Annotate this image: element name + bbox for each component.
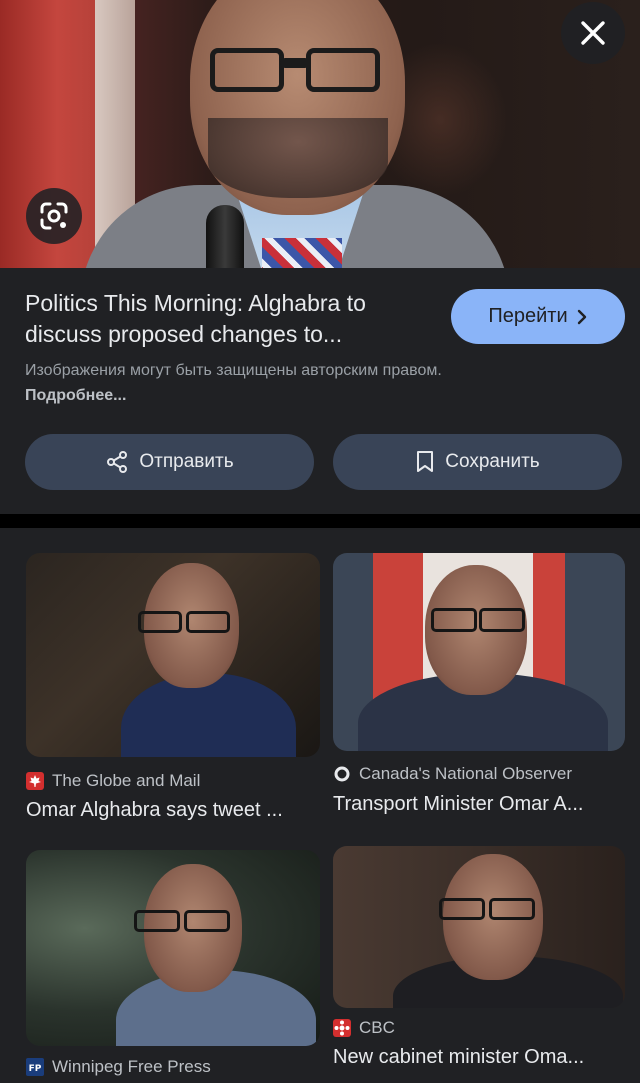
person-tie xyxy=(262,238,342,268)
fp-icon: FP xyxy=(26,1058,44,1076)
related-card-3[interactable]: FP Winnipeg Free Press xyxy=(26,850,320,1083)
related-thumbnail[interactable] xyxy=(26,850,320,1046)
hero-image[interactable] xyxy=(0,0,640,268)
related-source: FP Winnipeg Free Press xyxy=(26,1057,211,1077)
svg-text:FP: FP xyxy=(29,1064,42,1074)
related-caption[interactable]: New cabinet minister Oma... xyxy=(333,1046,625,1069)
related-source: CBC xyxy=(333,1018,395,1038)
related-source-name: Winnipeg Free Press xyxy=(52,1057,211,1076)
result-info-panel: Politics This Morning: Alghabra to discu… xyxy=(0,268,640,514)
bookmark-icon xyxy=(417,451,434,472)
close-icon xyxy=(581,21,605,45)
chevron-right-icon xyxy=(577,309,586,324)
save-button-label: Сохранить xyxy=(445,451,540,472)
copyright-notice: Изображения могут быть защищены авторски… xyxy=(25,358,485,408)
cbc-gem-icon xyxy=(333,1019,351,1037)
close-button[interactable] xyxy=(561,2,625,64)
related-caption[interactable]: Transport Minister Omar A... xyxy=(333,793,625,816)
person-beard xyxy=(208,118,388,198)
copyright-text: Изображения могут быть защищены авторски… xyxy=(25,362,442,379)
related-source: Canada's National Observer xyxy=(333,764,572,784)
related-source-name: CBC xyxy=(359,1018,395,1037)
related-caption[interactable]: Omar Alghabra says tweet ... xyxy=(26,799,320,822)
google-lens-button[interactable] xyxy=(26,188,82,244)
section-divider xyxy=(0,514,640,528)
share-button[interactable]: Отправить xyxy=(25,434,314,490)
related-source: The Globe and Mail xyxy=(26,771,200,791)
related-source-name: Canada's National Observer xyxy=(359,764,573,783)
learn-more-link[interactable]: Подробнее... xyxy=(25,387,126,404)
google-lens-icon xyxy=(40,202,68,230)
microphone xyxy=(206,205,244,268)
ring-icon xyxy=(333,765,351,783)
related-thumbnail[interactable] xyxy=(333,553,625,751)
related-thumbnail[interactable] xyxy=(333,846,625,1008)
related-source-name: The Globe and Mail xyxy=(52,771,201,790)
share-icon xyxy=(107,451,128,473)
related-card-1[interactable]: The Globe and Mail Omar Alghabra says tw… xyxy=(26,553,320,833)
share-button-label: Отправить xyxy=(139,451,234,472)
visit-button[interactable]: Перейти xyxy=(451,289,625,344)
person-glasses xyxy=(210,48,382,96)
related-thumbnail[interactable] xyxy=(26,553,320,757)
related-card-4[interactable]: CBC New cabinet minister Oma... xyxy=(333,846,625,1083)
save-button[interactable]: Сохранить xyxy=(333,434,622,490)
visit-button-label: Перейти xyxy=(488,305,568,327)
result-title[interactable]: Politics This Morning: Alghabra to discu… xyxy=(25,288,435,350)
maple-leaf-icon xyxy=(26,772,44,790)
related-card-2[interactable]: Canada's National Observer Transport Min… xyxy=(333,553,625,833)
